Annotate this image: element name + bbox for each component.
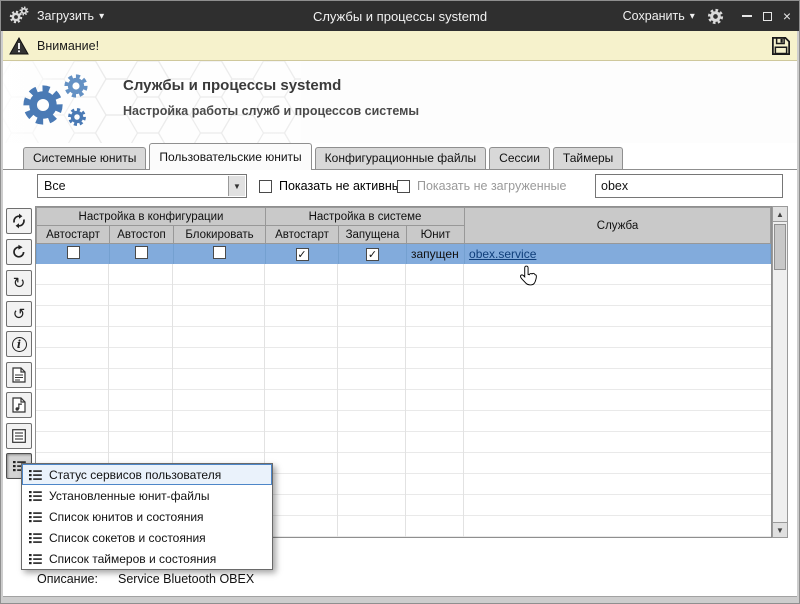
minimize-button[interactable]: [741, 15, 752, 17]
menu-list-icon: [29, 553, 42, 564]
refresh-button[interactable]: [6, 208, 32, 234]
warning-bar: Внимание!: [1, 31, 799, 61]
status-row: Описание: Service Bluetooth OBEX: [37, 572, 254, 586]
window-frame-left: [1, 31, 3, 603]
column-header-block: Блокировать: [173, 225, 266, 244]
description-label: Описание:: [37, 572, 98, 586]
chevron-down-icon: ▾: [689, 10, 695, 22]
config-block-checkbox[interactable]: [213, 246, 226, 259]
table-row-selected[interactable]: ✓ ✓ запущен obex.service: [36, 243, 771, 265]
info-button[interactable]: i: [6, 331, 32, 357]
tab-underline: [1, 169, 799, 170]
show-unloaded-checkbox[interactable]: [397, 179, 410, 193]
show-unloaded-field: Показать не загруженные: [397, 174, 566, 198]
load-menu-label: Загрузить: [37, 9, 95, 23]
group-header-config: Настройка в конфигурации: [36, 207, 266, 226]
tab-system-units[interactable]: Системные юниты: [23, 147, 147, 169]
menu-item-user-services-status[interactable]: Статус сервисов пользователя: [22, 464, 272, 485]
restart-icon: [13, 244, 25, 258]
warning-text: Внимание!: [37, 38, 100, 53]
scrollbar-thumb[interactable]: [774, 224, 786, 270]
system-autostart-checkbox[interactable]: ✓: [295, 248, 309, 261]
info-icon: i: [11, 336, 27, 352]
undo-icon: ↺: [12, 306, 26, 323]
show-inactive-label: Показать не активные: [279, 179, 408, 193]
cursor-pointer-icon: [520, 265, 537, 286]
scroll-up-button[interactable]: ▲: [773, 207, 787, 222]
page-subtitle: Настройка работы служб и процессов систе…: [123, 104, 420, 118]
config-autostart-checkbox[interactable]: [66, 246, 80, 259]
warning-icon: [9, 37, 29, 54]
tab-config-files[interactable]: Конфигурационные файлы: [314, 147, 487, 169]
column-header-running: Запущена: [338, 225, 407, 244]
chevron-down-icon: ▾: [99, 10, 105, 22]
menu-item-sockets-list[interactable]: Список сокетов и состояния: [22, 527, 272, 548]
menu-item-installed-unit-files[interactable]: Установленные юнит-файлы: [22, 485, 272, 506]
column-header-service: Служба: [464, 207, 771, 244]
search-input[interactable]: [595, 174, 783, 198]
window-frame-right: [797, 31, 799, 603]
show-inactive-checkbox[interactable]: [259, 179, 272, 193]
titlebar: Загрузить ▾ Службы и процессы systemd Со…: [1, 1, 799, 31]
column-header-unit: Юнит: [405, 225, 466, 244]
menu-list-icon: [29, 532, 42, 543]
tab-user-units[interactable]: Пользовательские юниты: [149, 143, 312, 170]
app-window: Загрузить ▾ Службы и процессы systemd Со…: [0, 0, 800, 604]
gears-logo: [19, 69, 97, 126]
lists-popup-menu: Статус сервисов пользователя Установленн…: [21, 463, 273, 570]
undo-button[interactable]: ↺: [6, 301, 32, 327]
document-icon: [12, 367, 26, 383]
column-header-autostart-system: Автостарт: [265, 225, 339, 244]
save-menu-button[interactable]: Сохранить ▾: [623, 9, 695, 23]
restart-button[interactable]: [6, 239, 32, 265]
redo-icon: ↻: [12, 275, 26, 292]
menu-item-units-list[interactable]: Список юнитов и состояния: [22, 506, 272, 527]
page-title: Службы и процессы systemd: [123, 77, 342, 94]
redo-button[interactable]: ↻: [6, 270, 32, 296]
menu-list-icon: [29, 469, 42, 480]
unit-file-button[interactable]: [6, 362, 32, 388]
document-note-icon: [12, 397, 26, 413]
close-button[interactable]: ×: [783, 9, 791, 23]
list-frame-icon: [12, 429, 26, 443]
refresh-icon: [13, 213, 25, 229]
vertical-scrollbar[interactable]: ▲ ▼: [772, 206, 788, 538]
menu-list-icon: [29, 490, 42, 501]
load-menu-button[interactable]: Загрузить ▾: [37, 9, 104, 23]
column-header-autostop: Автостоп: [109, 225, 174, 244]
combobox-arrow-icon[interactable]: ▼: [228, 176, 245, 196]
config-autostop-checkbox[interactable]: [135, 246, 148, 259]
group-header-system: Настройка в системе: [264, 207, 466, 226]
system-running-checkbox[interactable]: ✓: [366, 248, 379, 261]
menu-item-timers-list[interactable]: Список таймеров и состояния: [22, 548, 272, 569]
menu-list-icon: [29, 511, 42, 522]
unit-filter-combobox[interactable]: Все ▼: [37, 174, 247, 198]
log-button[interactable]: [6, 423, 32, 449]
combobox-value: Все: [44, 179, 66, 193]
unit-state-cell: запущен: [405, 243, 466, 265]
settings-gear-button[interactable]: [707, 8, 724, 25]
show-unloaded-label: Показать не загруженные: [417, 179, 567, 193]
maximize-button[interactable]: [762, 11, 772, 21]
filter-row: Все ▼ Показать не активные Показать не з…: [1, 174, 799, 198]
tab-sessions[interactable]: Сессии: [489, 147, 550, 169]
app-icon: [9, 6, 29, 26]
tab-timers[interactable]: Таймеры: [552, 147, 624, 169]
description-value: Service Bluetooth OBEX: [118, 572, 255, 586]
service-link[interactable]: obex.service: [469, 247, 536, 261]
column-header-autostart-config: Автостарт: [36, 225, 110, 244]
save-disk-icon[interactable]: [771, 36, 791, 56]
show-inactive-field: Показать не активные: [259, 174, 408, 198]
journal-button[interactable]: [6, 392, 32, 418]
window-frame-bottom: [1, 596, 799, 603]
module-header: Службы и процессы systemd Настройка рабо…: [1, 61, 799, 143]
save-menu-label: Сохранить: [622, 9, 685, 23]
scroll-down-button[interactable]: ▼: [773, 522, 787, 537]
tab-bar: Системные юниты Пользовательские юниты К…: [1, 143, 799, 170]
